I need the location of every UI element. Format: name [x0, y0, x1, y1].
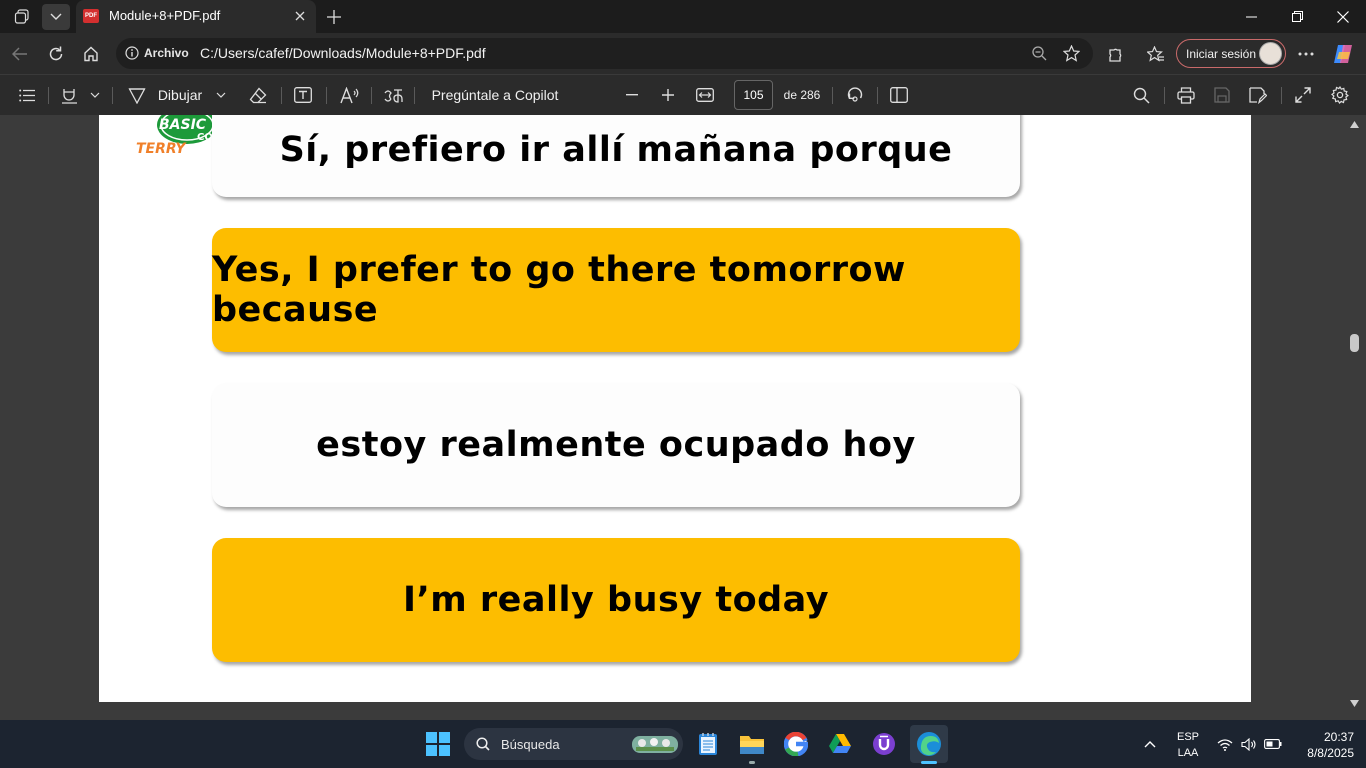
minimize-button[interactable]	[1228, 0, 1274, 33]
edge-active-indicator	[921, 761, 937, 764]
zoom-in-icon[interactable]	[656, 83, 680, 107]
basic-terry-logo: BASIC CO TERRY	[136, 115, 215, 157]
logo-text-side: CO	[197, 132, 213, 143]
vertical-scrollbar[interactable]	[1345, 115, 1363, 720]
extensions-icon[interactable]	[1100, 39, 1130, 69]
google-chrome-icon[interactable]	[780, 728, 812, 760]
clock-time[interactable]: 20:37	[1292, 730, 1354, 744]
eraser-icon[interactable]	[245, 83, 271, 107]
restore-button[interactable]	[1274, 0, 1320, 33]
new-tab-icon[interactable]	[320, 4, 348, 30]
title-bar: PDF Module+8+PDF.pdf	[0, 0, 1366, 33]
info-icon[interactable]	[125, 46, 139, 60]
contents-list-icon[interactable]	[14, 83, 40, 107]
copilot-icon[interactable]	[1328, 39, 1358, 69]
explorer-running-indicator	[749, 761, 755, 764]
volume-icon[interactable]	[1238, 728, 1260, 760]
taskbar: Búsqueda ESP LAA 20:37 8/8/2025	[0, 720, 1366, 768]
show-hidden-icons-chevron-icon[interactable]	[1138, 728, 1162, 760]
google-drive-icon[interactable]	[824, 728, 856, 760]
language-indicator-top[interactable]: ESP	[1172, 731, 1204, 743]
page-number-input[interactable]: 105	[734, 80, 773, 110]
url-text[interactable]: C:/Users/cafef/Downloads/Module+8+PDF.pd…	[200, 45, 486, 61]
save-icon	[1209, 83, 1235, 107]
more-options-icon[interactable]	[1291, 39, 1321, 69]
translate-icon[interactable]	[380, 83, 406, 107]
app-u-icon[interactable]	[868, 728, 900, 760]
pdf-badge-label: PDF	[85, 13, 97, 19]
taskbar-search[interactable]: Búsqueda	[464, 728, 683, 760]
favorite-star-icon[interactable]	[1063, 45, 1080, 62]
highlight-icon[interactable]	[56, 83, 82, 107]
signin-label: Iniciar sesión	[1186, 47, 1257, 61]
phrase-card-1: Sí, prefiero ir allí mañana porque	[212, 115, 1020, 197]
save-as-icon[interactable]	[1245, 83, 1271, 107]
scroll-down-arrow-icon[interactable]	[1350, 700, 1359, 707]
workspaces-icon[interactable]	[8, 4, 36, 30]
windows-start-icon[interactable]	[422, 728, 454, 760]
read-aloud-icon[interactable]	[336, 83, 362, 107]
address-row: Archivo C:/Users/cafef/Downloads/Module+…	[0, 33, 1366, 74]
close-window-button[interactable]	[1320, 0, 1366, 33]
phrase-card-3: estoy realmente ocupado hoy	[212, 383, 1020, 507]
pdf-viewer[interactable]: BASIC CO TERRY Sí, prefiero ir allí maña…	[0, 115, 1366, 720]
settings-gear-icon[interactable]	[1327, 83, 1353, 107]
taskbar-search-placeholder: Búsqueda	[501, 737, 560, 752]
page-total-label: de 286	[783, 88, 821, 102]
pdf-page[interactable]: BASIC CO TERRY Sí, prefiero ir allí maña…	[99, 115, 1251, 702]
ask-copilot-button[interactable]: Pregúntale a Copilot	[428, 83, 562, 107]
highlight-dropdown-chevron-icon[interactable]	[86, 83, 104, 107]
back-button[interactable]	[5, 39, 35, 69]
print-icon[interactable]	[1173, 83, 1199, 107]
clock-date[interactable]: 8/8/2025	[1292, 746, 1354, 760]
tab-actions-chevron-icon[interactable]	[42, 4, 70, 30]
scroll-up-arrow-icon[interactable]	[1350, 121, 1359, 128]
rotate-icon[interactable]	[842, 83, 868, 107]
signin-button[interactable]: Iniciar sesión	[1176, 39, 1286, 68]
language-indicator-bottom[interactable]: LAA	[1172, 747, 1204, 759]
taskbar-search-icon	[476, 737, 490, 751]
pdf-toolbar: Dibujar Pregúntale a Copilot 105 de 286	[0, 74, 1366, 115]
pdf-file-icon: PDF	[83, 9, 99, 23]
phrase-card-4: I’m really busy today	[212, 538, 1020, 662]
fit-to-width-icon[interactable]	[692, 83, 718, 107]
draw-button[interactable]: Dibujar	[155, 83, 205, 107]
draw-dropdown-chevron-icon[interactable]	[212, 83, 230, 107]
logo-text-top: BASIC	[159, 117, 207, 133]
draw-icon[interactable]	[124, 83, 150, 107]
zoom-icon[interactable]	[1032, 46, 1047, 61]
zoom-out-icon[interactable]	[620, 83, 644, 107]
edge-browser-icon[interactable]	[910, 725, 948, 763]
wifi-icon[interactable]	[1214, 728, 1236, 760]
search-highlight-image-icon	[632, 736, 678, 753]
address-label: Archivo	[144, 46, 189, 60]
battery-icon[interactable]	[1262, 728, 1284, 760]
home-button[interactable]	[76, 39, 106, 69]
logo-text-bottom: TERRY	[136, 141, 187, 157]
scrollbar-thumb[interactable]	[1350, 334, 1359, 352]
fullscreen-icon[interactable]	[1290, 83, 1316, 107]
add-text-icon[interactable]	[290, 83, 316, 107]
tab-close-icon[interactable]	[290, 6, 310, 26]
search-icon[interactable]	[1128, 83, 1154, 107]
tab-active[interactable]: PDF Module+8+PDF.pdf	[76, 0, 316, 33]
notepad-icon[interactable]	[692, 728, 724, 760]
avatar	[1259, 42, 1282, 65]
file-explorer-icon[interactable]	[736, 728, 768, 760]
favorites-icon[interactable]	[1141, 39, 1171, 69]
phrase-card-2: Yes, I prefer to go there tomorrow becau…	[212, 228, 1020, 352]
page-view-icon[interactable]	[886, 83, 912, 107]
tab-title: Module+8+PDF.pdf	[109, 8, 221, 23]
address-bar[interactable]: Archivo C:/Users/cafef/Downloads/Module+…	[116, 38, 1093, 69]
refresh-button[interactable]	[41, 39, 71, 69]
